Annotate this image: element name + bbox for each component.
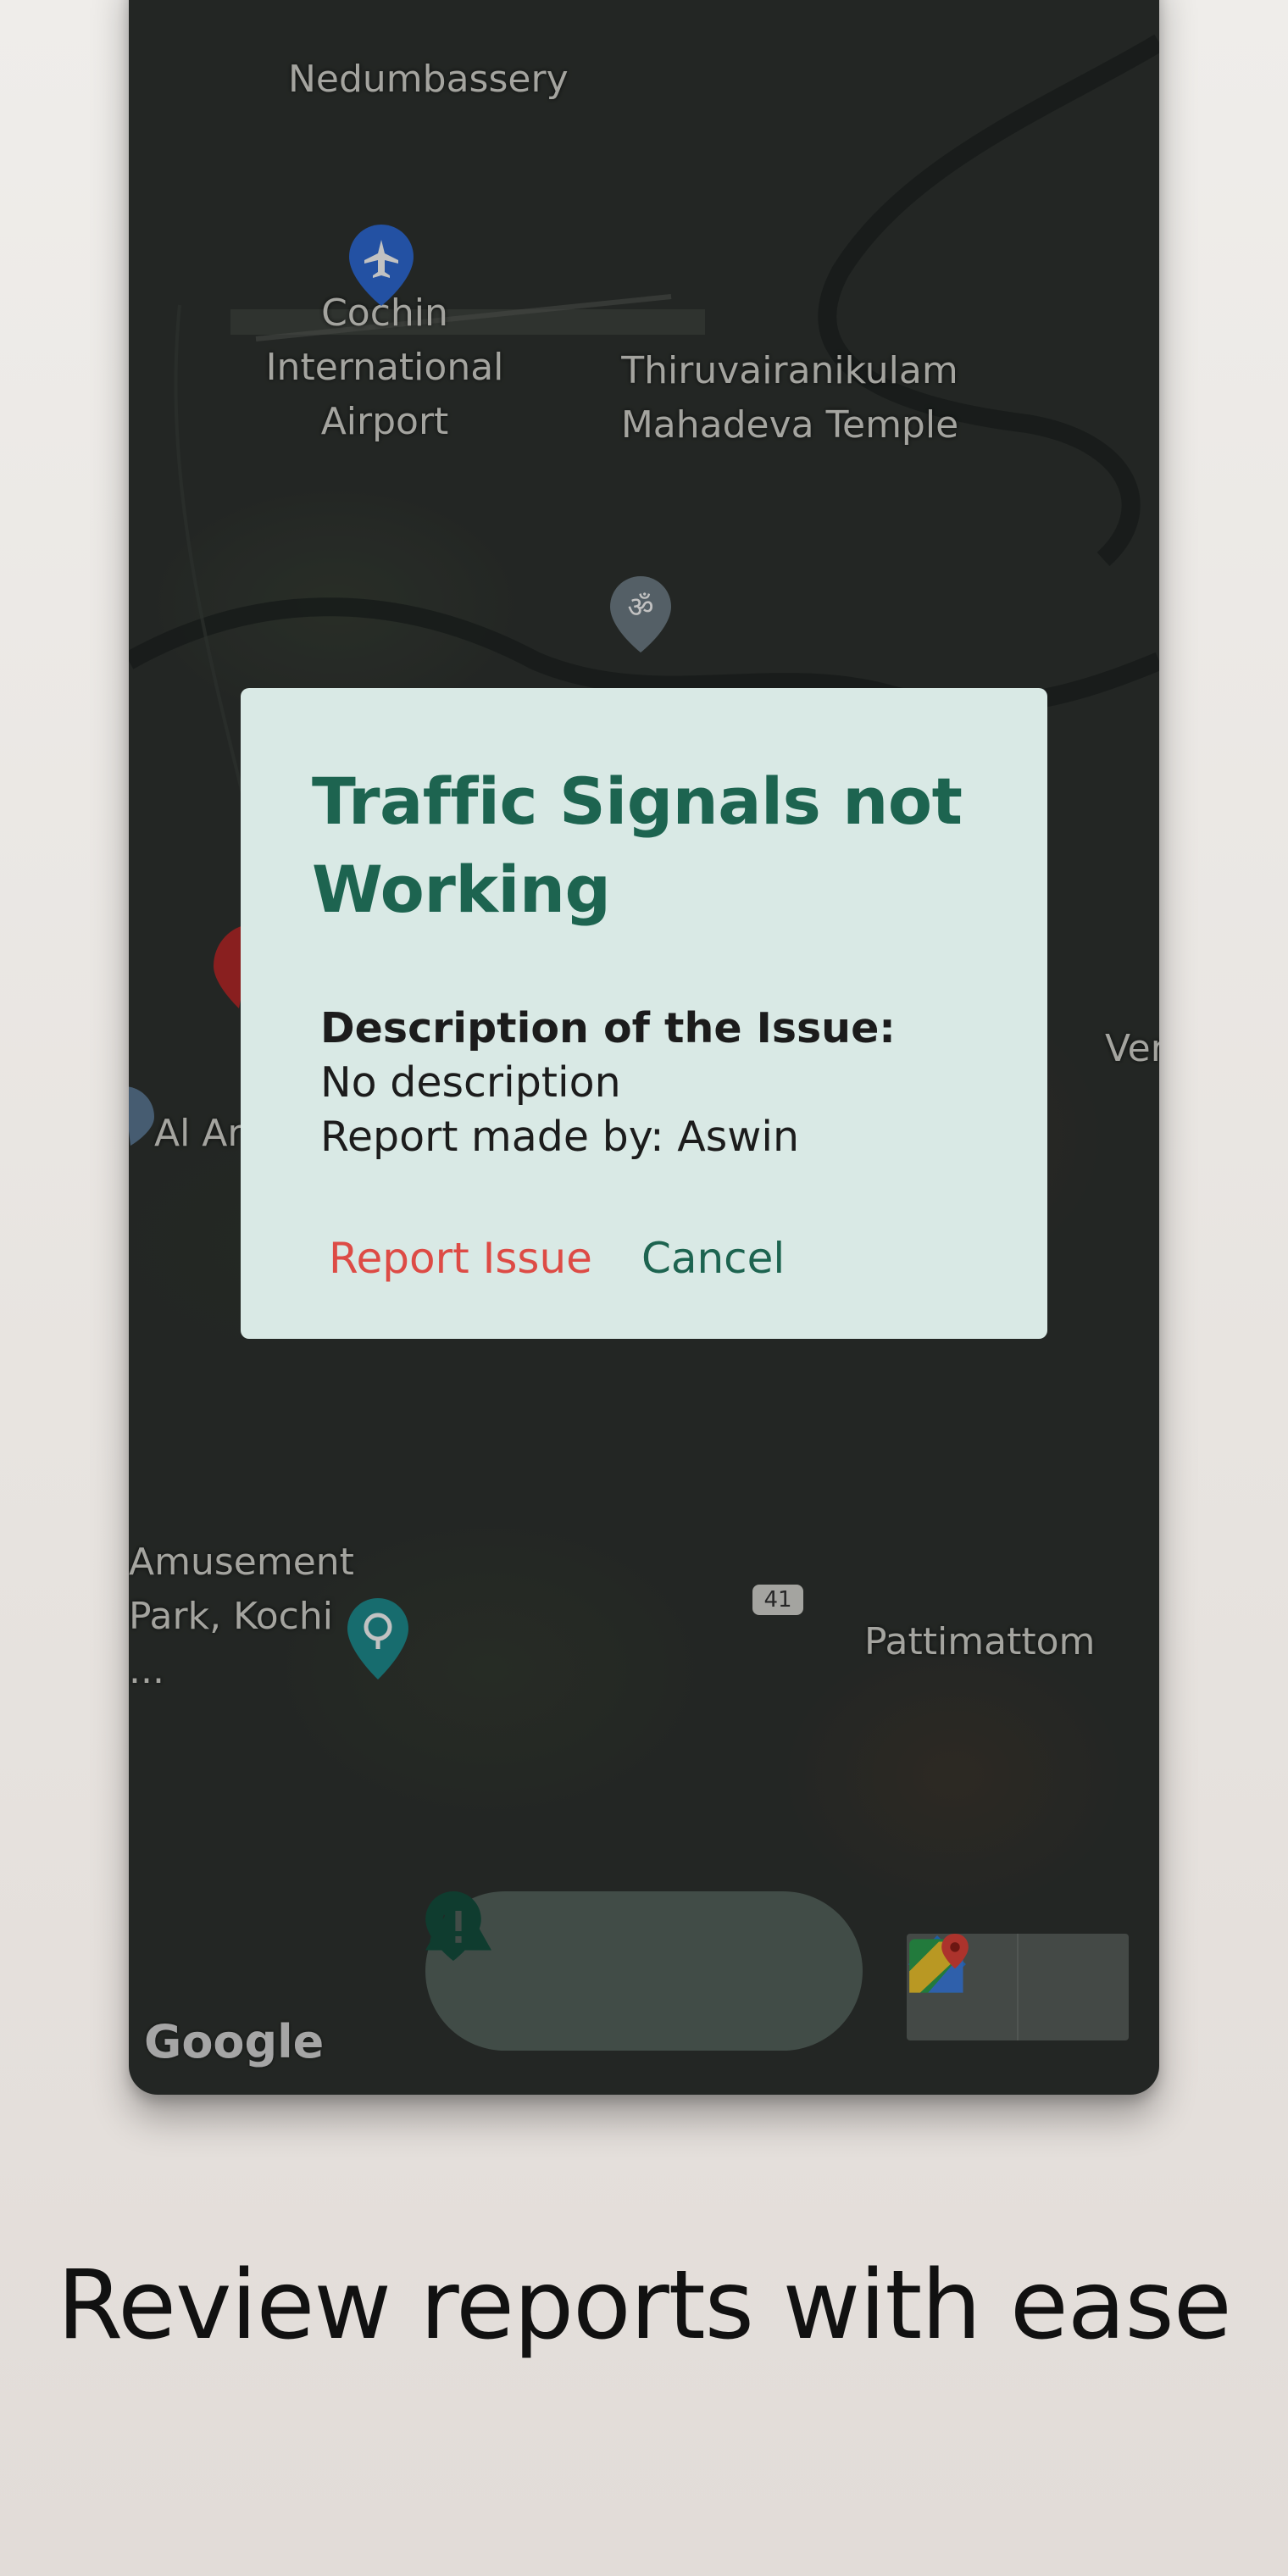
tagline: Review reports with ease — [57, 2251, 1231, 2361]
dialog-description: Description of the Issue: No description… — [312, 1002, 976, 1164]
phone-screen: Nedumbassery Cochin International Airpor… — [129, 0, 1159, 2095]
description-value: No description — [320, 1058, 621, 1107]
description-label: Description of the Issue: — [320, 1004, 896, 1052]
dialog-title: Traffic Signals not Working — [312, 763, 963, 927]
issue-dialog: Traffic Signals not Working Description … — [241, 688, 1047, 1339]
cancel-button[interactable]: Cancel — [641, 1234, 785, 1283]
report-issue-button[interactable]: Report Issue — [329, 1234, 592, 1283]
dialog-actions: Report Issue Cancel — [329, 1234, 785, 1283]
reporter-line: Report made by: Aswin — [320, 1113, 800, 1161]
